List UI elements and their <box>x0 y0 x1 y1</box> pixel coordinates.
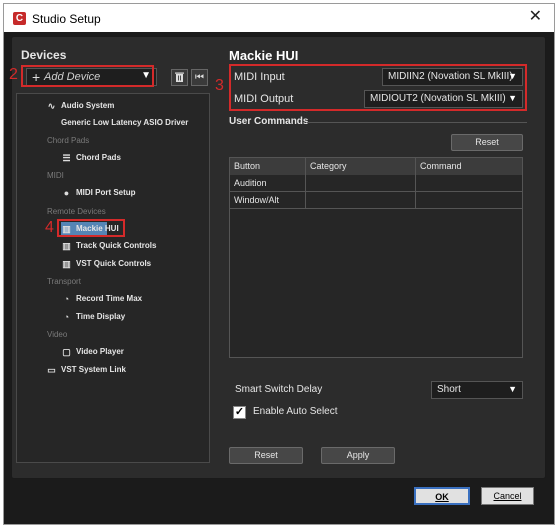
tree-item-record-time-max[interactable]: ◔ Record Time Max <box>61 294 142 304</box>
tree-group-label: Video <box>47 330 68 339</box>
column-header-button[interactable]: Button <box>230 158 306 175</box>
ok-label: OK <box>435 492 449 502</box>
user-commands-heading: User Commands <box>229 116 309 127</box>
tree-item-label: MIDI Port Setup <box>76 188 136 197</box>
midi-output-label: MIDI Output <box>234 93 294 105</box>
chevron-down-icon: ▼ <box>508 384 517 394</box>
smart-switch-delay-dropdown[interactable]: Short ▼ <box>431 381 523 399</box>
enable-auto-select-label: Enable Auto Select <box>253 406 338 417</box>
tree-group-chord-pads: Chord Pads <box>47 136 89 145</box>
tree-item-video-player[interactable]: ▢ Video Player <box>61 347 124 357</box>
tree-item-label: VST Quick Controls <box>76 259 152 268</box>
user-commands-table: Button Category Command Audition Window/… <box>229 157 523 358</box>
section-divider <box>307 122 527 123</box>
tree-item-label: Track Quick Controls <box>76 241 157 250</box>
audio-wave-icon: ∿ <box>47 101 56 111</box>
keyboard-icon: ▥ <box>62 259 71 269</box>
check-icon: ✓ <box>234 406 245 418</box>
tree-item-track-quick-controls[interactable]: ▥ Track Quick Controls <box>61 241 156 251</box>
table-cell[interactable] <box>416 192 522 209</box>
tree-item-vst-system-link[interactable]: ▭ VST System Link <box>46 365 126 375</box>
enable-auto-select-checkbox[interactable]: ✓ <box>233 406 246 419</box>
annotation-box-add-device <box>21 65 154 87</box>
tree-item-asio-driver[interactable]: Generic Low Latency ASIO Driver <box>61 118 188 127</box>
table-cell[interactable]: Window/Alt <box>230 192 306 209</box>
smart-switch-delay-label: Smart Switch Delay <box>235 384 323 395</box>
column-header-command[interactable]: Command <box>416 158 522 175</box>
chevron-down-icon: ▼ <box>508 93 517 103</box>
annotation-number-3: 3 <box>215 77 224 94</box>
video-icon: ▢ <box>62 347 71 357</box>
tree-group-label: Remote Devices <box>47 207 106 216</box>
table-cell[interactable] <box>416 175 522 192</box>
midi-input-dropdown[interactable]: MIDIIN2 (Novation SL MkIII) ▼ <box>382 68 523 86</box>
keyboard-icon: ▥ <box>62 241 71 251</box>
close-icon[interactable]: ✕ <box>529 8 542 26</box>
column-header-category[interactable]: Category <box>306 158 416 175</box>
midi-port-icon: ● <box>63 188 70 198</box>
tree-group-remote-devices: Remote Devices <box>47 207 106 216</box>
reset-button[interactable]: Reset <box>229 447 303 464</box>
tree-item-label: Generic Low Latency ASIO Driver <box>61 118 189 127</box>
tree-item-label: VST System Link <box>61 365 126 374</box>
table-cell[interactable] <box>306 192 416 209</box>
midi-output-row: MIDI Output MIDIOUT2 (Novation SL MkIII)… <box>231 90 524 110</box>
tree-group-midi: MIDI <box>47 171 64 180</box>
midi-input-label: MIDI Input <box>234 71 285 83</box>
apply-button[interactable]: Apply <box>321 447 395 464</box>
tree-item-vst-quick-controls[interactable]: ▥ VST Quick Controls <box>61 259 151 269</box>
tree-item-audio-system[interactable]: ∿ Audio System <box>46 101 115 111</box>
tree-item-midi-port-setup[interactable]: ● MIDI Port Setup <box>61 188 136 198</box>
cancel-label: Cancel <box>493 491 522 501</box>
reset-icon: ⏮ <box>195 72 204 83</box>
table-cell[interactable]: Audition <box>230 175 306 192</box>
tree-item-chord-pads[interactable]: ☰ Chord Pads <box>61 153 121 163</box>
table-cell[interactable] <box>306 175 416 192</box>
device-title: Mackie HUI <box>229 48 299 63</box>
reset-commands-button[interactable]: Reset <box>451 134 523 151</box>
tree-item-label: Video Player <box>76 347 124 356</box>
ok-button[interactable]: OK <box>414 487 470 505</box>
tree-group-transport: Transport <box>47 277 81 286</box>
tree-item-time-display[interactable]: ◔ Time Display <box>61 312 125 322</box>
annotation-number-4: 4 <box>45 219 54 236</box>
clock-icon: ◔ <box>63 312 70 322</box>
cancel-button[interactable]: Cancel <box>481 487 534 505</box>
midi-output-dropdown[interactable]: MIDIOUT2 (Novation SL MkIII) ▼ <box>364 90 523 108</box>
clock-icon: ◔ <box>63 294 70 304</box>
tree-group-label: MIDI <box>47 171 64 180</box>
annotation-box-mackie-hui <box>57 219 125 237</box>
tree-group-video: Video <box>47 330 67 339</box>
annotation-number-2: 2 <box>9 66 18 83</box>
device-tree: ∿ Audio System Generic Low Latency ASIO D… <box>0 0 196 380</box>
chevron-down-icon: ▼ <box>508 71 517 81</box>
tree-item-label: Chord Pads <box>76 153 121 162</box>
tree-group-label: Transport <box>47 277 81 286</box>
smart-switch-delay-value: Short <box>437 384 461 395</box>
midi-output-value: MIDIOUT2 (Novation SL MkIII) <box>370 93 506 104</box>
tree-item-label: Record Time Max <box>76 294 143 303</box>
chord-pads-icon: ☰ <box>62 153 71 163</box>
tree-item-label: Audio System <box>61 101 115 110</box>
monitor-icon: ▭ <box>47 365 56 375</box>
midi-input-value: MIDIIN2 (Novation SL MkIII) <box>388 71 513 82</box>
midi-input-row: MIDI Input MIDIIN2 (Novation SL MkIII) ▼ <box>231 68 524 88</box>
tree-item-label: Time Display <box>76 312 126 321</box>
tree-group-label: Chord Pads <box>47 136 90 145</box>
